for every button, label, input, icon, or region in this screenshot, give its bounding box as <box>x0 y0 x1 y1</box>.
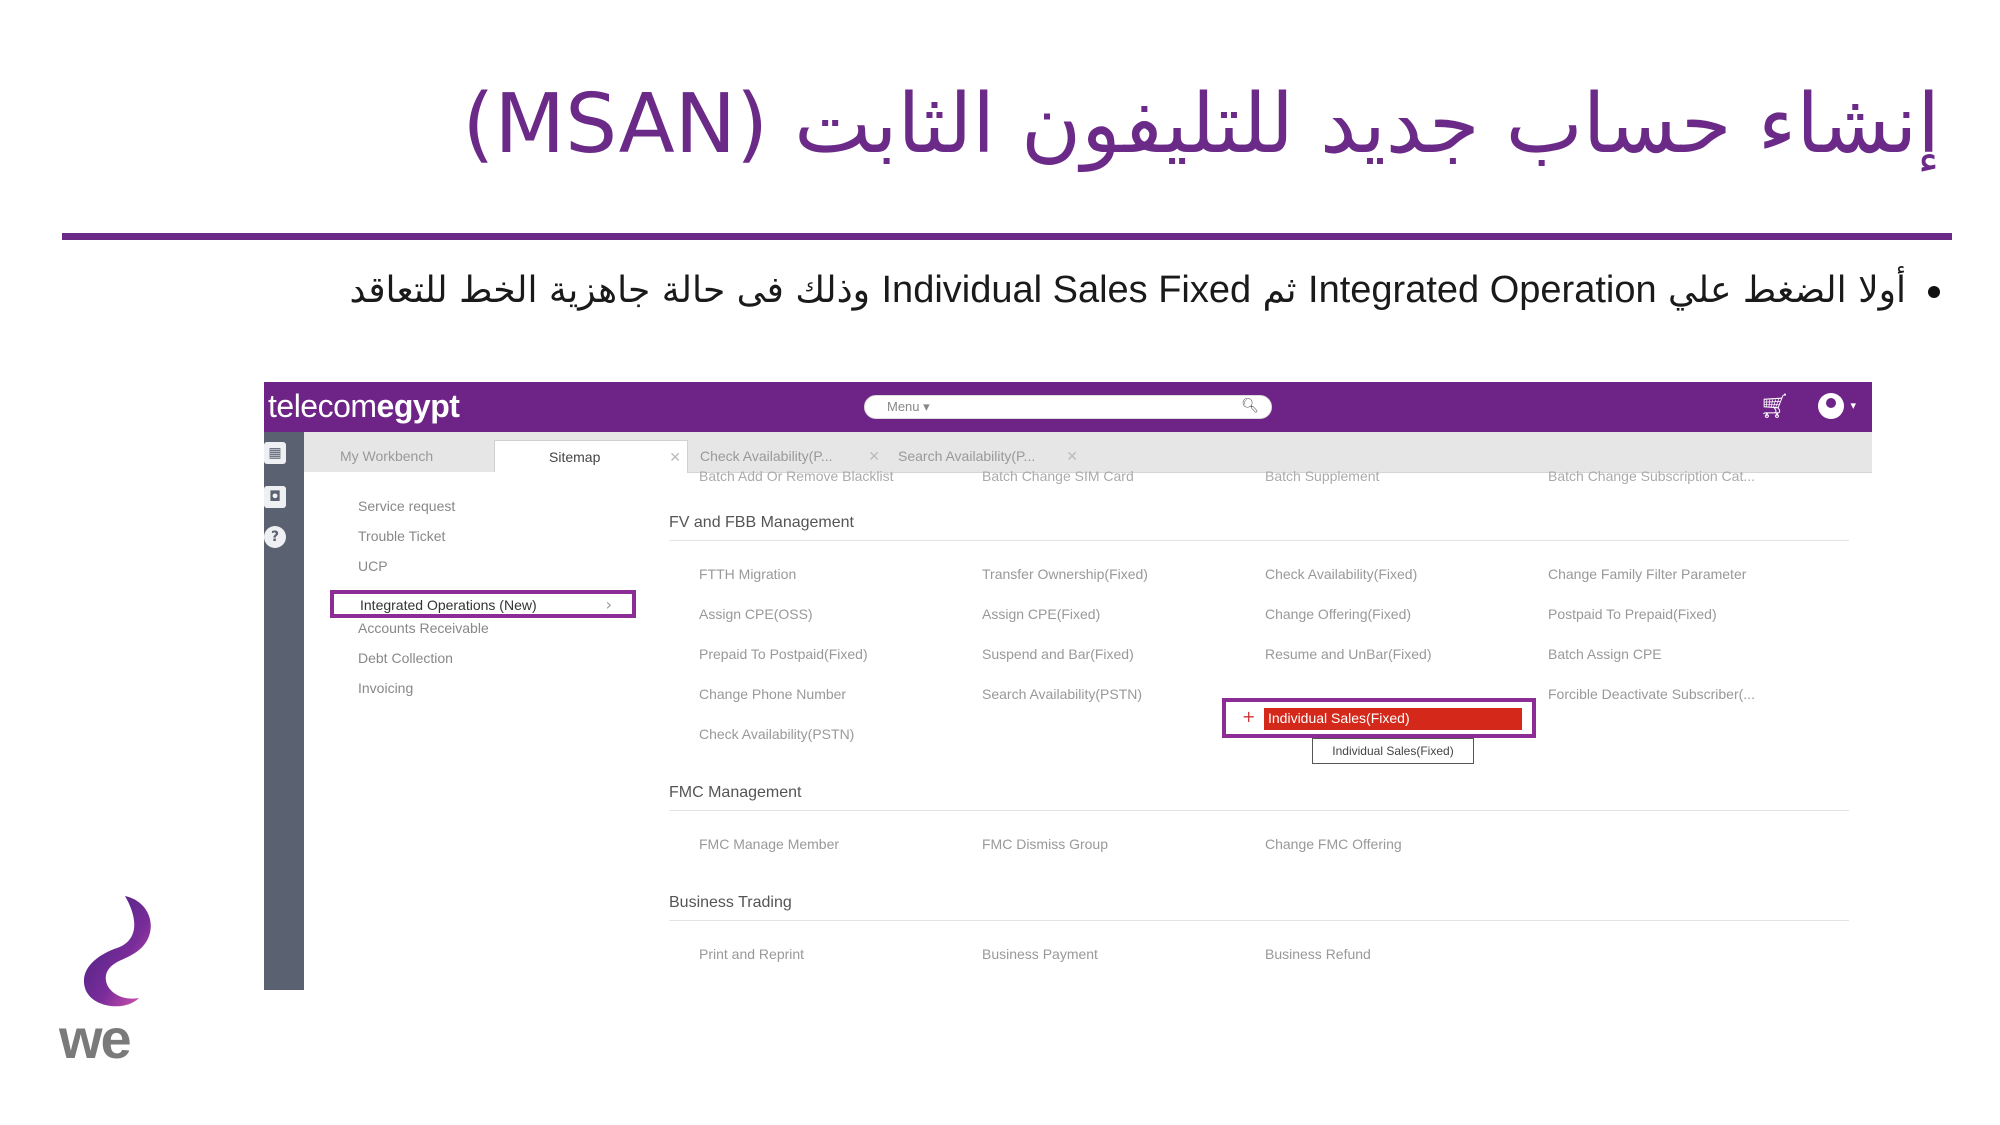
app-logo: telecomegypt <box>268 388 460 425</box>
cutoff-item[interactable]: Batch Change SIM Card <box>982 468 1134 484</box>
sidebar-item-integrated-operations[interactable]: Integrated Operations (New) › <box>330 590 636 618</box>
selected-highlight[interactable]: Individual Sales(Fixed) <box>1264 708 1522 730</box>
sitemap-content: Batch Add Or Remove Blacklist Batch Chan… <box>669 468 1869 990</box>
camera-icon[interactable]: ◘ <box>264 486 286 508</box>
menu-link[interactable]: Resume and UnBar(Fixed) <box>1265 646 1432 662</box>
help-icon[interactable]: ? <box>264 526 286 548</box>
menu-link[interactable]: Change FMC Offering <box>1265 836 1402 852</box>
menu-link[interactable]: FMC Dismiss Group <box>982 836 1108 852</box>
sidebar-item-service-request[interactable]: Service request <box>358 498 455 514</box>
user-avatar-icon[interactable] <box>1818 393 1844 419</box>
bullet-en-1: Integrated Operation <box>1308 269 1657 311</box>
bullet-dot-icon <box>1928 286 1940 298</box>
menu-link[interactable]: Check Availability(Fixed) <box>1265 566 1417 582</box>
menu-link[interactable]: Search Availability(PSTN) <box>982 686 1142 702</box>
menu-link-label: Individual Sales(Fixed) <box>1268 710 1410 726</box>
sidebar-item-trouble-ticket[interactable]: Trouble Ticket <box>358 528 445 544</box>
bullet-text-1: أولا الضغط علي <box>1656 270 1906 311</box>
search-icon[interactable]: 🔍︎ <box>1241 398 1259 414</box>
bullet-en-2: Individual Sales Fixed <box>881 269 1252 311</box>
tab-label: Sitemap <box>549 449 601 465</box>
cart-icon[interactable]: 🛒︎ <box>1760 392 1790 420</box>
section-title-fv-fbb: FV and FBB Management <box>669 514 854 531</box>
section-divider <box>669 920 1849 921</box>
logo-light: telecom <box>268 388 377 424</box>
cutoff-item[interactable]: Batch Add Or Remove Blacklist <box>699 468 894 484</box>
menu-link[interactable]: Suspend and Bar(Fixed) <box>982 646 1134 662</box>
bullet-text-3: وذلك فى حالة جاهزية الخط للتعاقد <box>349 270 882 311</box>
grid-icon[interactable]: ▦ <box>264 442 286 464</box>
cutoff-item[interactable]: Batch Supplement <box>1265 468 1379 484</box>
sidebar-item-label: Integrated Operations (New) <box>360 597 537 613</box>
menu-link[interactable]: Print and Reprint <box>699 946 804 962</box>
menu-link[interactable]: Transfer Ownership(Fixed) <box>982 566 1148 582</box>
app-screenshot: telecomegypt Menu ▾ 🔍︎ 🛒︎ ▾ ▦ ◘ ? My Wor… <box>264 382 1872 990</box>
tab-label: My Workbench <box>340 448 434 464</box>
menu-link[interactable]: Change Phone Number <box>699 686 846 702</box>
sidebar-item-debt-collection[interactable]: Debt Collection <box>358 650 453 666</box>
menu-link[interactable]: Prepaid To Postpaid(Fixed) <box>699 646 868 662</box>
tab-label: Search Availability(P... <box>898 448 1036 464</box>
chevron-right-icon: › <box>605 595 612 614</box>
menu-link[interactable]: Change Family Filter Parameter <box>1548 566 1746 582</box>
title-divider <box>62 233 1952 240</box>
menu-link[interactable]: Assign CPE(OSS) <box>699 606 813 622</box>
instruction-bullet: أولا الضغط علي Integrated Operation ثم I… <box>80 262 1940 319</box>
app-header: telecomegypt Menu ▾ 🔍︎ 🛒︎ ▾ <box>264 382 1872 432</box>
menu-link[interactable]: FMC Manage Member <box>699 836 839 852</box>
menu-search-box[interactable]: Menu ▾ 🔍︎ <box>864 395 1272 419</box>
section-divider <box>669 810 1849 811</box>
menu-link[interactable]: Business Refund <box>1265 946 1371 962</box>
cutoff-item[interactable]: Batch Change Subscription Cat... <box>1548 468 1755 484</box>
menu-link[interactable]: Forcible Deactivate Subscriber(... <box>1548 686 1755 702</box>
individual-sales-fixed-link[interactable]: + Individual Sales(Fixed) <box>1222 698 1536 738</box>
tab-label: Check Availability(P... <box>700 448 833 464</box>
slide-title: إنشاء حساب جديد للتليفون الثابت (MSAN) <box>462 77 1940 172</box>
menu-link[interactable]: Postpaid To Prepaid(Fixed) <box>1548 606 1717 622</box>
plus-icon: + <box>1242 707 1256 726</box>
tab-sitemap[interactable]: Sitemap ✕ <box>494 440 688 473</box>
close-icon[interactable]: ✕ <box>669 441 681 473</box>
tooltip: Individual Sales(Fixed) <box>1312 738 1474 764</box>
left-toolbar: ▦ ◘ ? <box>264 432 304 990</box>
sidebar-item-invoicing[interactable]: Invoicing <box>358 680 413 696</box>
chevron-down-icon[interactable]: ▾ <box>1850 399 1856 412</box>
menu-link[interactable]: FTTH Migration <box>699 566 796 582</box>
we-logo: we <box>58 896 151 1070</box>
menu-link[interactable]: Batch Assign CPE <box>1548 646 1662 662</box>
section-title-business-trading: Business Trading <box>669 894 792 911</box>
svg-text:we: we <box>58 1007 131 1070</box>
bullet-text-2: ثم <box>1251 270 1309 311</box>
menu-label[interactable]: Menu ▾ <box>887 399 930 415</box>
menu-link[interactable]: Change Offering(Fixed) <box>1265 606 1411 622</box>
tab-my-workbench[interactable]: My Workbench <box>334 440 484 472</box>
sidebar-item-accounts-receivable[interactable]: Accounts Receivable <box>358 620 489 636</box>
section-divider <box>669 540 1849 541</box>
tab-bar: My Workbench Sitemap ✕ Check Availability… <box>304 432 1872 473</box>
sidebar-item-ucp[interactable]: UCP <box>358 558 388 574</box>
menu-link[interactable]: Check Availability(PSTN) <box>699 726 854 742</box>
menu-link[interactable]: Assign CPE(Fixed) <box>982 606 1100 622</box>
menu-link[interactable]: Business Payment <box>982 946 1098 962</box>
logo-bold: egypt <box>376 388 460 424</box>
sitemap-sidebar: Service request Trouble Ticket UCP Integ… <box>304 472 636 990</box>
section-title-fmc: FMC Management <box>669 784 802 801</box>
